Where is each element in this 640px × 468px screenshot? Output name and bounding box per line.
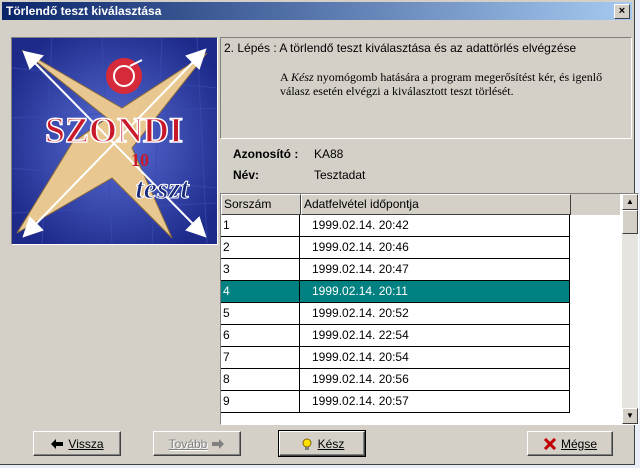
cell-number: 1 [221,215,300,237]
done-button-label: Kész [317,436,345,451]
step-panel: 2. Lépés : A törlendő teszt kiválasztása… [220,37,632,139]
scroll-down-button[interactable]: ▼ [622,408,638,424]
table-row[interactable]: 2 1999.02.14. 20:46 [221,237,571,259]
cell-time: 1999.02.14. 20:46 [300,237,570,259]
cell-number: 8 [221,369,300,391]
cell-time: 1999.02.14. 20:56 [300,369,570,391]
table-row[interactable]: 8 1999.02.14. 20:56 [221,369,571,391]
scroll-up-button[interactable]: ▲ [622,194,638,210]
cell-time: 1999.02.14. 20:42 [300,215,570,237]
column-header-time[interactable]: Adatfelvétel időpontja [301,194,571,215]
cancel-button-label: Mégse [560,436,598,451]
cancel-button[interactable]: Mégse [527,431,613,456]
table-row[interactable]: 4 1999.02.14. 20:11 [221,281,571,303]
cell-number: 7 [221,347,300,369]
cell-number: 3 [221,259,300,281]
done-keyword: Kész [291,70,314,84]
next-arrow-icon [212,438,225,449]
back-arrow-icon [51,438,64,449]
table-row[interactable]: 5 1999.02.14. 20:52 [221,303,571,325]
szondi-logo: SZONDI 10 teszt [11,37,218,245]
back-button-label: Vissza [68,436,104,451]
column-header-number[interactable]: Sorszám [221,194,301,215]
grid-header: Sorszám Adatfelvétel időpontja [221,194,620,215]
name-value: Tesztadat [314,168,366,182]
table-row[interactable]: 9 1999.02.14. 20:57 [221,391,571,413]
cancel-x-icon [543,437,557,450]
cell-number: 4 [221,281,300,303]
vertical-scrollbar[interactable]: ▲ ▼ [622,194,638,424]
delete-test-dialog: Törlendő teszt kiválasztása × SZONDI 10 … [0,0,639,465]
scroll-thumb[interactable] [622,210,638,234]
svg-text:SZONDI: SZONDI [45,110,183,150]
person-info: Azonosító : KA88 Név: Tesztadat [221,140,631,190]
cell-time: 1999.02.14. 22:54 [300,325,570,347]
szondi-logo-image: SZONDI 10 teszt [11,37,218,245]
test-list-grid[interactable]: Sorszám Adatfelvétel időpontja 1 1999.02.… [220,193,639,425]
step-title: 2. Lépés : A törlendő teszt kiválasztása… [224,41,577,55]
cell-time: 1999.02.14. 20:54 [300,347,570,369]
title-bar[interactable]: Törlendő teszt kiválasztása × [2,2,632,20]
cell-time: 1999.02.14. 20:52 [300,303,570,325]
table-row[interactable]: 1 1999.02.14. 20:42 [221,215,571,237]
id-value: KA88 [314,147,344,161]
name-label: Név: [233,168,260,182]
lightbulb-icon [302,438,312,450]
button-bar: Vissza Tovább Kész Mégse [0,423,634,464]
table-row[interactable]: 3 1999.02.14. 20:47 [221,259,571,281]
svg-text:teszt: teszt [135,172,190,205]
cell-number: 2 [221,237,300,259]
next-button[interactable]: Tovább [153,431,241,456]
table-row[interactable]: 7 1999.02.14. 20:54 [221,347,571,369]
cell-number: 5 [221,303,300,325]
next-button-label: Tovább [168,436,208,451]
cell-time: 1999.02.14. 20:57 [300,391,570,413]
id-label: Azonosító : [233,147,299,161]
done-button[interactable]: Kész [278,430,366,457]
back-button[interactable]: Vissza [33,431,121,456]
window-title: Törlendő teszt kiválasztása [6,4,162,18]
step-description: A Kész nyomógomb hatására a program mege… [280,70,603,98]
cell-time: 1999.02.14. 20:47 [300,259,570,281]
cell-time: 1999.02.14. 20:11 [300,281,570,303]
cell-number: 9 [221,391,300,413]
svg-text:10: 10 [131,150,149,170]
close-button[interactable]: × [614,4,630,19]
table-row[interactable]: 6 1999.02.14. 22:54 [221,325,571,347]
cell-number: 6 [221,325,300,347]
